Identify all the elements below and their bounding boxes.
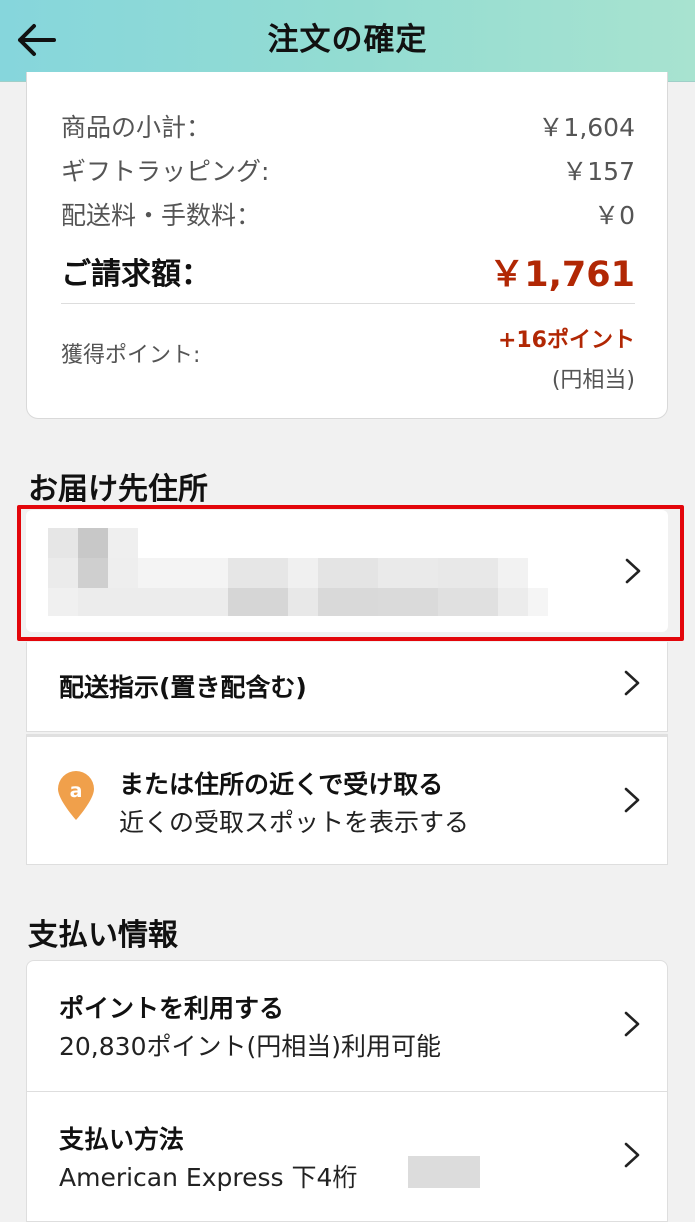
use-points-row[interactable]: ポイントを利用する 20,830ポイント(円相当)利用可能: [26, 960, 668, 1092]
earned-points-label: 獲得ポイント:: [61, 343, 201, 368]
giftwrap-value: ￥157: [562, 157, 635, 186]
header-bar: 注文の確定: [0, 0, 695, 82]
chevron-right-icon: [624, 787, 640, 813]
pickup-title: または住所の近くで受け取る: [119, 770, 444, 799]
address-highlight-box: [17, 505, 684, 641]
subtotal-value: ￥1,604: [538, 113, 635, 142]
available-points-text: 20,830ポイント(円相当)利用可能: [59, 1032, 441, 1061]
chevron-right-icon: [624, 1011, 640, 1037]
payment-method-title: 支払い方法: [59, 1125, 185, 1154]
shipping-address-heading: お届け先住所: [28, 472, 208, 507]
pickup-subtitle: 近くの受取スポットを表示する: [119, 808, 470, 837]
giftwrap-row: ギフトラッピング: ￥157: [61, 152, 635, 192]
earned-points-value: +16ポイント: [497, 328, 635, 353]
shipping-fee-label: 配送料・手数料：: [61, 201, 262, 230]
shipping-fee-value: ￥0: [594, 201, 635, 230]
payment-method-card: American Express 下4桁: [59, 1163, 358, 1192]
pickup-location-row[interactable]: または住所の近くで受け取る 近くの受取スポットを表示する: [26, 734, 668, 865]
order-total-row: ご請求額： ￥1,761: [61, 252, 635, 298]
delivery-instructions-label: 配送指示(置き配含む): [59, 673, 307, 702]
shipping-fee-row: 配送料・手数料： ￥0: [61, 196, 635, 236]
order-summary-card: 商品の小計： ￥1,604 ギフトラッピング: ￥157 配送料・手数料： ￥0…: [26, 72, 668, 419]
delivery-instructions-row[interactable]: 配送指示(置き配含む): [26, 642, 668, 732]
subtotal-row: 商品の小計： ￥1,604: [61, 108, 635, 148]
payment-method-row[interactable]: 支払い方法 American Express 下4桁: [26, 1092, 668, 1222]
use-points-title: ポイントを利用する: [59, 994, 285, 1023]
earned-points-note: (円相当): [551, 368, 635, 393]
giftwrap-label: ギフトラッピング:: [61, 157, 270, 186]
order-total-value: ￥1,761: [489, 255, 635, 295]
chevron-right-icon: [624, 670, 640, 696]
page-title: 注文の確定: [267, 22, 428, 58]
svg-text:a: a: [70, 780, 83, 802]
chevron-right-icon: [624, 1142, 640, 1168]
order-total-label: ご請求額：: [61, 257, 211, 292]
subtotal-label: 商品の小計：: [61, 113, 212, 142]
redacted-card-digits: [408, 1156, 480, 1188]
payment-info-heading: 支払い情報: [28, 918, 178, 953]
summary-divider: [61, 303, 635, 304]
amazon-pin-icon: a: [58, 771, 94, 820]
